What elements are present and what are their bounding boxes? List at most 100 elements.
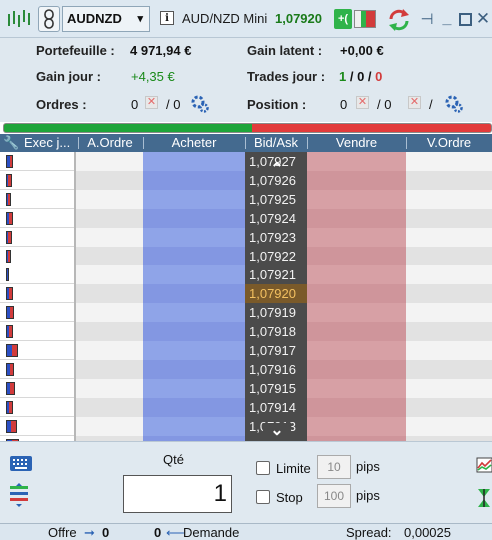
- buy-cell[interactable]: [143, 416, 245, 436]
- buy-order-cell[interactable]: [76, 341, 143, 360]
- buy-order-cell[interactable]: [76, 152, 143, 171]
- buy-cell[interactable]: [143, 378, 245, 398]
- sell-order-cell[interactable]: [406, 341, 492, 360]
- center-ladder-icon[interactable]: [7, 483, 33, 507]
- buy-order-cell[interactable]: [76, 322, 143, 342]
- buy-order-cell[interactable]: [76, 265, 143, 285]
- buy-order-cell[interactable]: [76, 416, 143, 436]
- buy-cell[interactable]: [143, 303, 245, 323]
- stop-pips-label: pips: [356, 488, 380, 503]
- sell-cell[interactable]: [307, 208, 406, 228]
- chart-icon[interactable]: [6, 8, 32, 30]
- limite-pips-input[interactable]: 10: [317, 455, 351, 479]
- sell-order-cell[interactable]: [406, 208, 492, 228]
- limite-checkbox[interactable]: [256, 461, 270, 475]
- bracket-order-icon[interactable]: [476, 487, 492, 509]
- buy-cell[interactable]: [143, 152, 245, 171]
- price-cell: 1,07915: [245, 378, 307, 398]
- exec-cell: [0, 341, 74, 360]
- buy-order-cell[interactable]: [76, 189, 143, 209]
- sell-cell[interactable]: [307, 378, 406, 398]
- minimize-icon[interactable]: _: [440, 10, 454, 28]
- symbol-selector[interactable]: AUDNZD ▾: [62, 6, 150, 32]
- buy-cell[interactable]: [143, 170, 245, 190]
- buy-cell[interactable]: [143, 227, 245, 247]
- exec-cell: [0, 359, 74, 379]
- info-icon[interactable]: i: [160, 11, 174, 25]
- gear-icon[interactable]: [191, 95, 209, 113]
- maximize-icon[interactable]: [458, 10, 472, 28]
- exec-cell: [0, 189, 74, 209]
- buy-cell[interactable]: [143, 284, 245, 304]
- quantity-input[interactable]: [123, 475, 232, 513]
- sell-order-cell[interactable]: [406, 170, 492, 190]
- limite-label: Limite: [276, 461, 311, 476]
- buy-cell[interactable]: [143, 208, 245, 228]
- buy-order-cell[interactable]: [76, 246, 143, 266]
- sell-order-cell[interactable]: [406, 303, 492, 323]
- price-cell: 1,07914: [245, 397, 307, 417]
- sell-order-cell[interactable]: [406, 152, 492, 171]
- reverse-position-icon[interactable]: ✕: [408, 96, 421, 109]
- sell-cell[interactable]: [307, 303, 406, 323]
- buy-cell[interactable]: [143, 265, 245, 285]
- spread-value: 0,00025: [404, 525, 451, 540]
- add-position-button[interactable]: +(: [334, 9, 352, 29]
- depth-bars-icon[interactable]: [354, 10, 376, 28]
- sell-cell[interactable]: [307, 397, 406, 417]
- sell-cell[interactable]: [307, 416, 406, 436]
- sell-order-cell[interactable]: [406, 227, 492, 247]
- sell-cell[interactable]: [307, 152, 406, 171]
- sell-order-cell[interactable]: [406, 359, 492, 379]
- buy-cell[interactable]: [143, 246, 245, 266]
- buy-cell[interactable]: [143, 341, 245, 360]
- buy-order-cell[interactable]: [76, 359, 143, 379]
- wrench-icon[interactable]: 🔧: [3, 134, 19, 152]
- sell-cell[interactable]: [307, 265, 406, 285]
- position-gear-icon[interactable]: [445, 95, 463, 113]
- buy-order-cell[interactable]: [76, 170, 143, 190]
- buy-order-cell[interactable]: [76, 208, 143, 228]
- scroll-down-icon[interactable]: ⌄: [263, 423, 291, 441]
- buy-cell[interactable]: [143, 189, 245, 209]
- exec-cell: [0, 303, 74, 323]
- sell-cell[interactable]: [307, 227, 406, 247]
- buy-order-cell[interactable]: [76, 378, 143, 398]
- scroll-up-icon[interactable]: ⌃: [263, 162, 291, 180]
- sell-cell[interactable]: [307, 359, 406, 379]
- buy-cell[interactable]: [143, 397, 245, 417]
- buy-order-cell[interactable]: [76, 303, 143, 323]
- sell-cell[interactable]: [307, 284, 406, 304]
- keyboard-icon[interactable]: [9, 455, 33, 472]
- sell-cell[interactable]: [307, 170, 406, 190]
- buy-order-cell[interactable]: [76, 284, 143, 304]
- buy-cell[interactable]: [143, 322, 245, 342]
- sell-order-cell[interactable]: [406, 265, 492, 285]
- close-icon[interactable]: ✕: [476, 9, 490, 28]
- sell-order-cell[interactable]: [406, 322, 492, 342]
- sell-cell[interactable]: [307, 341, 406, 360]
- sell-cell[interactable]: [307, 189, 406, 209]
- sell-order-cell[interactable]: [406, 189, 492, 209]
- sell-cell[interactable]: [307, 246, 406, 266]
- sell-cell[interactable]: [307, 322, 406, 342]
- sell-order-cell[interactable]: [406, 416, 492, 436]
- demande-value: 0: [154, 525, 162, 540]
- buy-order-cell[interactable]: [76, 397, 143, 417]
- chart-trade-icon[interactable]: [476, 456, 492, 474]
- buy-cell[interactable]: [143, 359, 245, 379]
- pin-icon[interactable]: ⊣: [420, 10, 434, 28]
- sell-order-cell[interactable]: [406, 246, 492, 266]
- buy-order-cell[interactable]: [76, 227, 143, 247]
- stop-pips-input[interactable]: 100: [317, 484, 351, 508]
- sync-icon[interactable]: [386, 7, 412, 33]
- link-icon[interactable]: [38, 6, 60, 32]
- stop-checkbox[interactable]: [256, 490, 270, 504]
- close-position-icon[interactable]: ✕: [356, 96, 369, 109]
- sell-order-cell[interactable]: [406, 378, 492, 398]
- sell-order-cell[interactable]: [406, 397, 492, 417]
- exec-cell: [0, 397, 74, 417]
- sell-order-cell[interactable]: [406, 284, 492, 304]
- price-cell: 1,07916: [245, 359, 307, 379]
- cancel-orders-icon[interactable]: ✕: [145, 96, 158, 109]
